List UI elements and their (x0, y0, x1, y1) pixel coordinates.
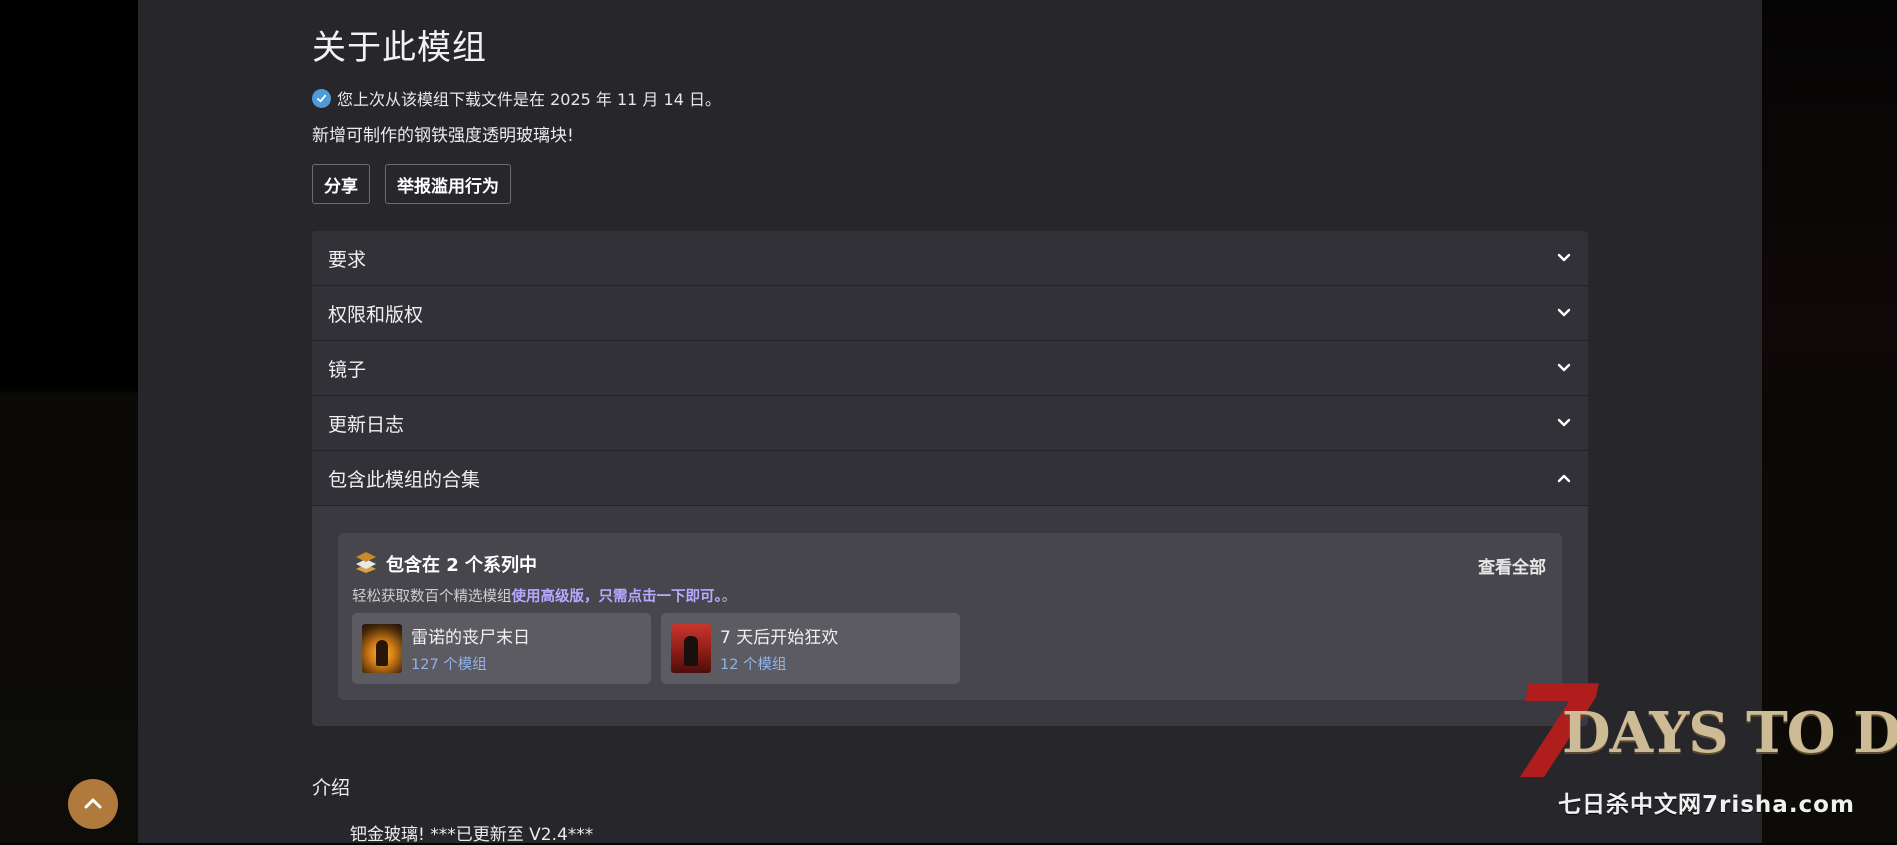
collections-header: 包含在 2 个系列中 (354, 550, 537, 578)
premium-link[interactable]: 使用高级版，只需点击一下即可。 (512, 589, 722, 605)
chevron-down-icon (1556, 360, 1572, 376)
accordion-label: 要求 (328, 248, 367, 271)
collections-title: 包含在 2 个系列中 (386, 555, 538, 576)
download-note: 您上次从该模组下载文件是在 2025 年 11 月 14 日。 (312, 86, 721, 110)
chevron-down-icon (1556, 250, 1572, 266)
chevron-up-icon (83, 795, 103, 814)
collection-item[interactable]: 7 天后开始狂欢 12 个模组 (661, 613, 960, 684)
accordion-permissions[interactable]: 权限和版权 (312, 286, 1588, 341)
collection-count: 127 个模组 (411, 657, 487, 673)
collection-thumbnail (671, 624, 711, 673)
share-button[interactable]: 分享 (312, 164, 370, 204)
subtitle-end: 。 (721, 589, 737, 605)
collection-name: 7 天后开始狂欢 (720, 628, 839, 648)
scroll-to-top-button[interactable] (68, 779, 118, 829)
collection-item-text: 7 天后开始狂欢 12 个模组 (720, 623, 838, 674)
accordion-label: 镜子 (328, 358, 367, 381)
collection-thumbnail (362, 624, 402, 673)
accordion-label: 包含此模组的合集 (328, 468, 481, 491)
download-note-text: 您上次从该模组下载文件是在 2025 年 11 月 14 日。 (337, 90, 721, 109)
layers-icon (354, 550, 378, 578)
check-icon (312, 88, 331, 108)
collection-count: 12 个模组 (720, 657, 787, 673)
accordion-requirements[interactable]: 要求 (312, 231, 1588, 286)
accordion-mirrors[interactable]: 镜子 (312, 341, 1588, 396)
report-abuse-button[interactable]: 举报滥用行为 (385, 164, 511, 204)
collections-card: 包含在 2 个系列中 查看全部 轻松获取数百个精选模组使用高级版，只需点击一下即… (338, 533, 1562, 700)
accordion-label: 权限和版权 (328, 303, 424, 326)
background-left (0, 0, 138, 843)
accordion: 要求 权限和版权 镜子 更新日志 包含此模组的合集 包含在 2 个系列中 查看全… (312, 231, 1588, 726)
chevron-down-icon (1556, 305, 1572, 321)
accordion-collections[interactable]: 包含此模组的合集 (312, 451, 1588, 506)
subtitle-text: 轻松获取数百个精选模组 (352, 589, 512, 605)
view-all-link[interactable]: 查看全部 (1478, 553, 1546, 578)
collection-item[interactable]: 雷诺的丧尸末日 127 个模组 (352, 613, 651, 684)
watermark-site-text: 七日杀中文网7risha.com (1558, 792, 1855, 818)
collections-panel: 包含在 2 个系列中 查看全部 轻松获取数百个精选模组使用高级版，只需点击一下即… (312, 506, 1588, 726)
collection-name: 雷诺的丧尸末日 (411, 628, 530, 648)
collections-subtitle: 轻松获取数百个精选模组使用高级版，只需点击一下即可。。 (352, 585, 736, 606)
collection-item-text: 雷诺的丧尸末日 127 个模组 (411, 623, 530, 674)
intro-text: 钯金玻璃! ***已更新至 V2.4*** (350, 825, 594, 845)
watermark-logo-text: DAYS TO DIE (1562, 700, 1897, 766)
page-title: 关于此模组 (312, 28, 487, 68)
chevron-down-icon (1556, 415, 1572, 431)
intro-heading: 介绍 (312, 777, 351, 799)
accordion-label: 更新日志 (328, 413, 405, 436)
accordion-changelog[interactable]: 更新日志 (312, 396, 1588, 451)
mod-description: 新增可制作的钢铁强度透明玻璃块! (312, 126, 574, 146)
chevron-up-icon (1556, 470, 1572, 486)
watermark-logo: 7 DAYS TO DIE 七日杀中文网7risha.com (1510, 670, 1897, 843)
